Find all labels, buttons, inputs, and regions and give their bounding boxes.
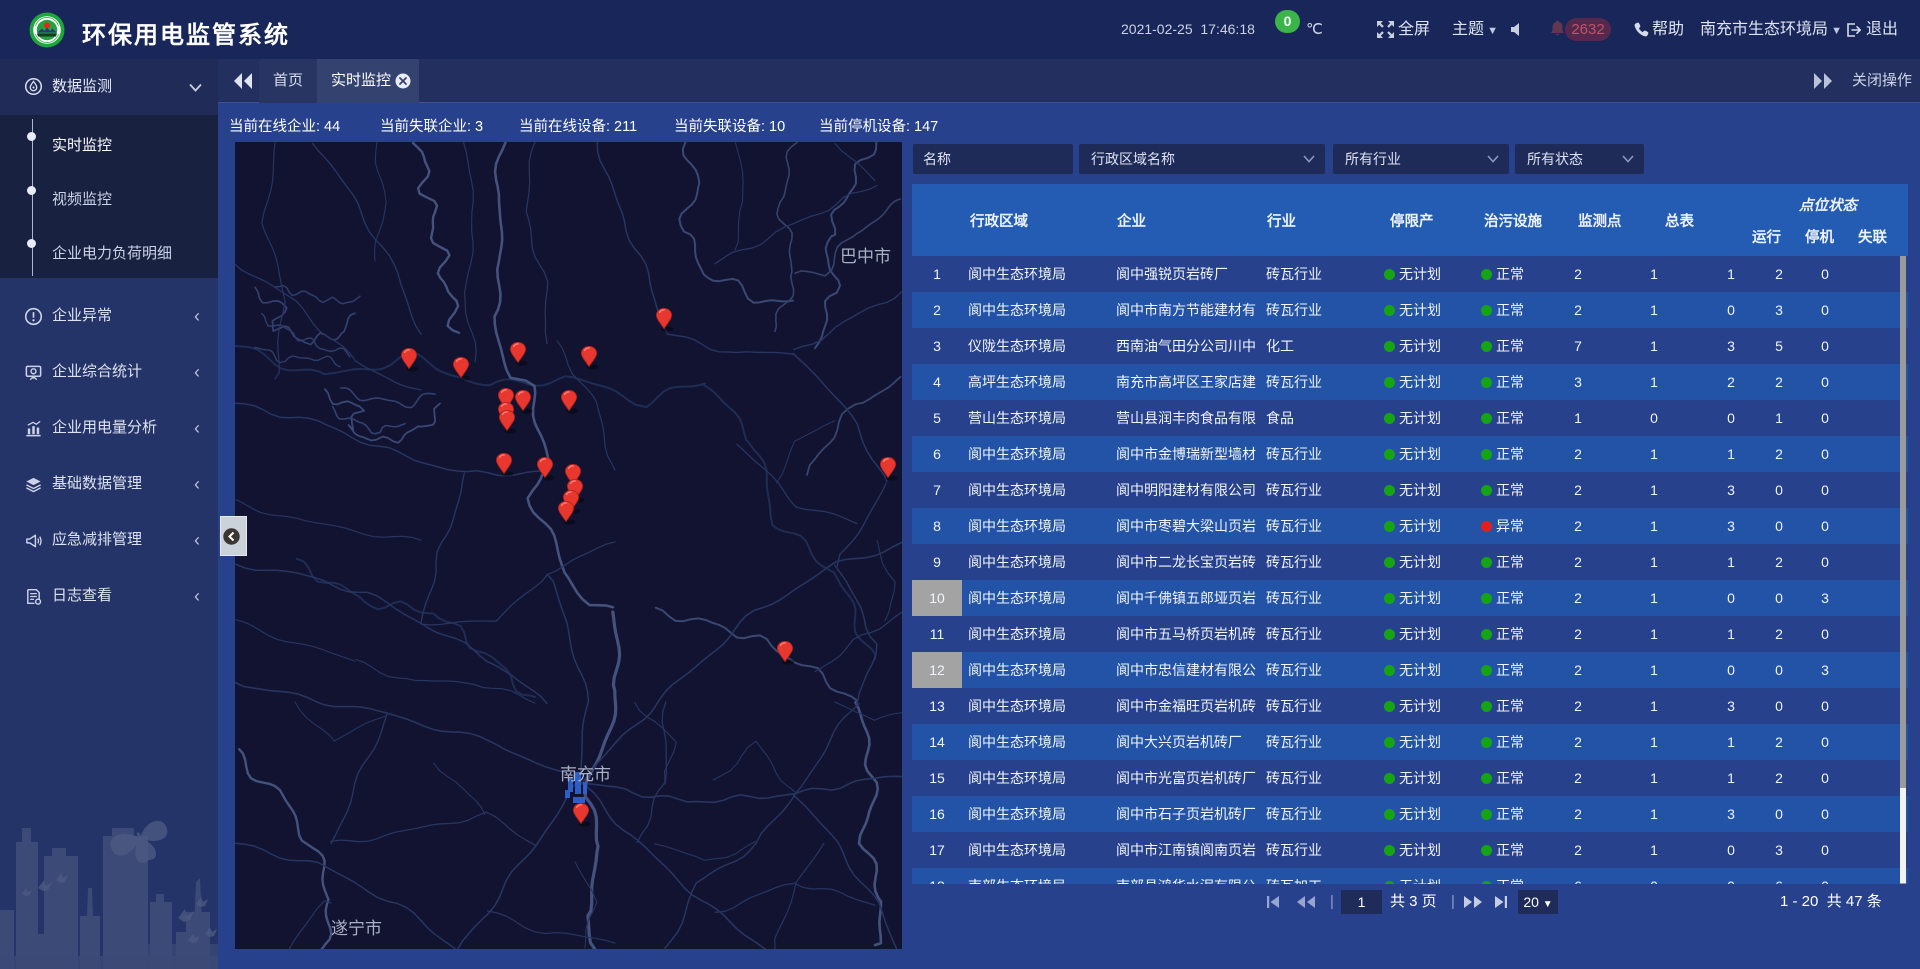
- svg-text:南充市: 南充市: [560, 765, 611, 784]
- svg-text:巴中市: 巴中市: [840, 247, 891, 266]
- svg-text:遂宁市: 遂宁市: [331, 919, 382, 938]
